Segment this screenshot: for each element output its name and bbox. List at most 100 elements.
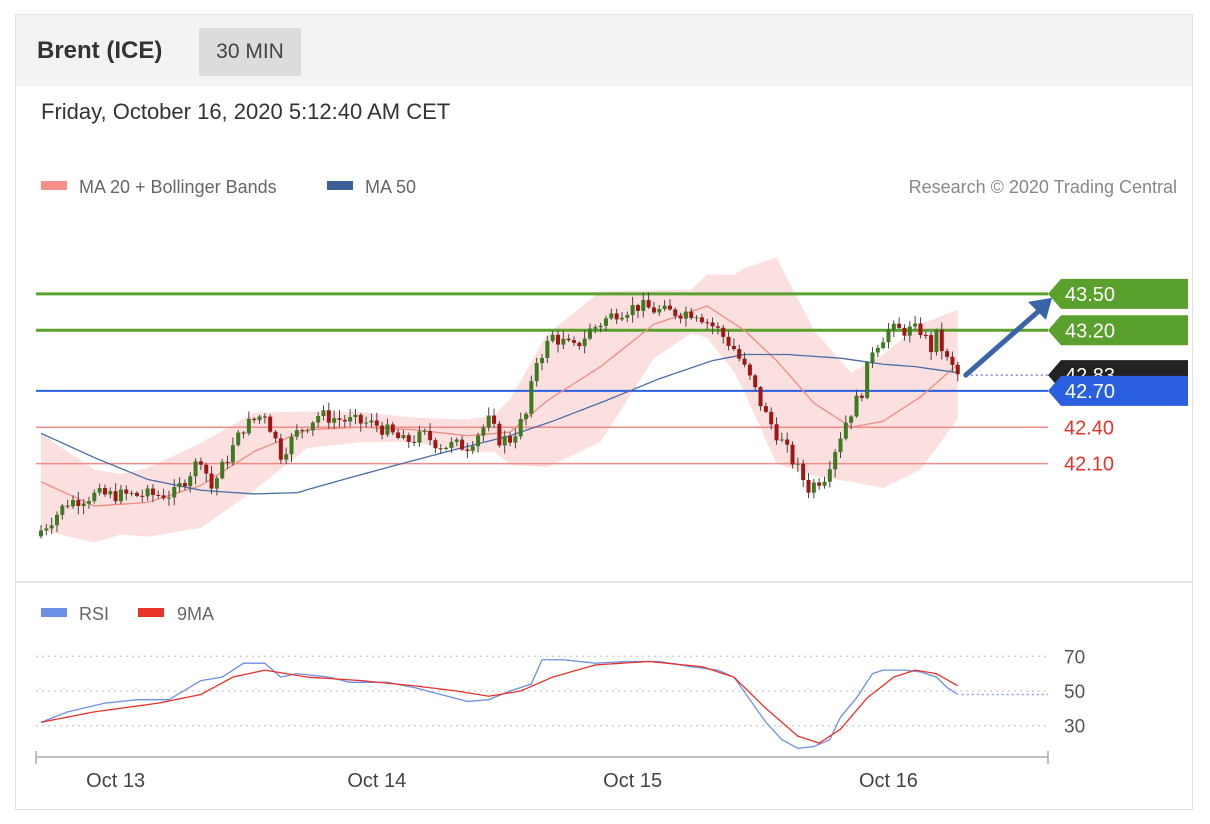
candle-body <box>545 340 550 358</box>
candle-body <box>262 416 267 418</box>
candle-body <box>65 505 70 507</box>
candle-body <box>374 420 379 426</box>
candle-body <box>294 430 299 437</box>
candle-body <box>460 439 465 450</box>
rsi-tick-70: 70 <box>1064 647 1085 668</box>
candle-body <box>918 323 923 336</box>
candle-body <box>385 424 390 435</box>
candle-body <box>582 338 587 347</box>
candle-body <box>396 432 401 439</box>
level-label-42-10: 42.10 <box>1064 454 1114 476</box>
candle-body <box>667 305 672 310</box>
candle-body <box>289 436 294 455</box>
legend-rsi-label: RSI <box>79 604 109 624</box>
candle-body <box>598 325 603 328</box>
candle-body <box>220 461 225 479</box>
candle-body <box>779 439 784 441</box>
candle-body <box>108 491 113 495</box>
candle-body <box>401 435 406 439</box>
candle-body <box>875 347 880 353</box>
candle-body <box>950 356 955 365</box>
candle-body <box>929 335 934 353</box>
candle-body <box>465 449 470 451</box>
candle-body <box>742 358 747 365</box>
level-tags: 43.5043.2042.8342.7042.4042.10 <box>1048 278 1188 476</box>
x-tick-label: Oct 14 <box>347 770 406 792</box>
candle-body <box>97 488 102 493</box>
candle-body <box>246 418 251 434</box>
legend-ma50-label: MA 50 <box>365 177 416 197</box>
candle-body <box>209 473 214 489</box>
candle-body <box>188 476 193 487</box>
candle-body <box>705 322 710 324</box>
candle-body <box>683 311 688 319</box>
candle-body <box>140 495 145 497</box>
candle-body <box>907 326 912 336</box>
candle-body <box>305 430 310 432</box>
bollinger-band-area <box>41 257 958 543</box>
candle-body <box>214 478 219 489</box>
candle-body <box>897 323 902 328</box>
candle-body <box>753 375 758 388</box>
candle-body <box>161 495 166 499</box>
candle-body <box>801 463 806 481</box>
candle-body <box>854 395 859 417</box>
x-tick-label: Oct 13 <box>86 770 145 792</box>
candle-body <box>177 483 182 488</box>
candle-body <box>337 418 342 420</box>
candle-body <box>310 422 315 431</box>
candle-body <box>102 488 107 495</box>
candle-body <box>204 464 209 474</box>
candle-body <box>673 309 678 316</box>
legend-bb-swatch <box>41 181 67 190</box>
candle-body <box>182 483 187 487</box>
candle-body <box>577 342 582 347</box>
candle-body <box>454 439 459 442</box>
candle-body <box>449 441 454 448</box>
candle-body <box>348 417 353 422</box>
candle-body <box>225 461 230 463</box>
candle-body <box>849 416 854 423</box>
candle-body <box>113 491 118 502</box>
candle-body <box>822 481 827 486</box>
candle-body <box>476 435 481 447</box>
candle-body <box>49 525 54 529</box>
candle-body <box>886 329 891 343</box>
candle-body <box>92 492 97 502</box>
candle-body <box>524 413 529 419</box>
forecast <box>963 297 1052 378</box>
candle-body <box>518 418 523 437</box>
candle-body <box>641 300 646 311</box>
candle-body <box>811 482 816 493</box>
candle-body <box>81 503 86 507</box>
candle-body <box>614 313 619 320</box>
candle-body <box>731 345 736 350</box>
candle-body <box>587 328 592 339</box>
candle-body <box>710 322 715 327</box>
chart-card: Brent (ICE) 30 MIN Friday, October 16, 2… <box>15 14 1193 810</box>
candle-body <box>556 334 561 345</box>
candle-body <box>433 440 438 449</box>
candle-body <box>619 317 624 320</box>
rsi-tick-50: 50 <box>1064 682 1085 703</box>
candle-body <box>172 487 177 498</box>
candle-body <box>417 431 422 443</box>
candle-body <box>145 488 150 497</box>
bollinger-bands <box>41 257 958 543</box>
candle-body <box>817 482 822 486</box>
legend-ma50-swatch <box>327 181 353 190</box>
candle-body <box>321 410 326 417</box>
candle-body <box>76 500 81 507</box>
rsi-series-RSI <box>40 659 959 749</box>
candle-body <box>806 480 811 493</box>
candle-body <box>689 311 694 319</box>
candle-body <box>726 336 731 346</box>
candle-body <box>769 411 774 425</box>
candle-body <box>364 422 369 424</box>
candle-body <box>945 351 950 357</box>
candle-body <box>715 326 720 328</box>
candle-body <box>60 505 65 515</box>
candle-body <box>470 446 475 451</box>
candle-body <box>865 362 870 398</box>
time-axis: Oct 13 Oct 14 Oct 15 Oct 16 <box>35 751 1049 792</box>
